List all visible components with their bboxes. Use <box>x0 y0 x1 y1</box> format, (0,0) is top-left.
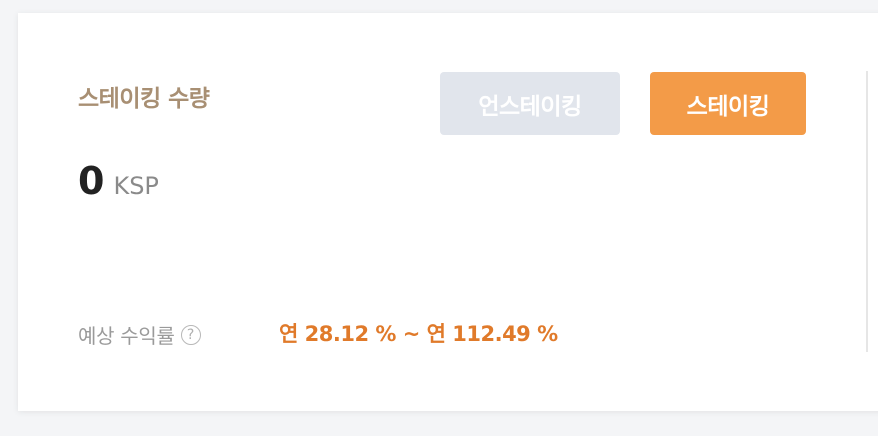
staking-card: 스테이킹 수량 언스테이킹 스테이킹 0 KSP 예상 수익률 ? 연 28.1… <box>18 13 878 411</box>
staked-amount-value: 0 <box>78 159 105 203</box>
expected-yield-range: 연 28.12 % ~ 연 112.49 % <box>279 322 558 346</box>
staking-amount-title: 스테이킹 수량 <box>78 86 210 112</box>
vertical-divider <box>866 71 868 352</box>
unstake-button[interactable]: 언스테이킹 <box>440 72 620 135</box>
staked-amount-unit: KSP <box>113 172 159 200</box>
expected-yield-label-text: 예상 수익률 <box>78 324 175 348</box>
expected-yield-label: 예상 수익률 ? <box>78 320 201 349</box>
staked-amount: 0 KSP <box>78 159 159 203</box>
stake-button[interactable]: 스테이킹 <box>650 72 806 135</box>
question-circle-icon[interactable]: ? <box>180 324 201 345</box>
